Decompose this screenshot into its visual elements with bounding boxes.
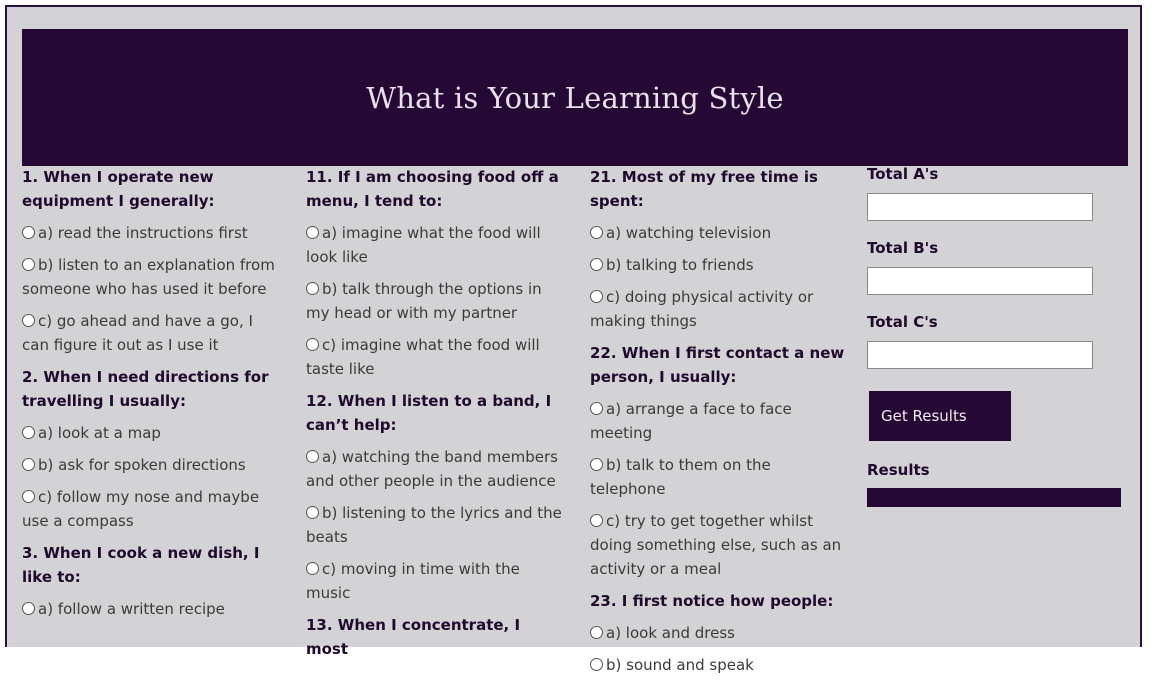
question-text: 23. I first notice how people:: [590, 592, 834, 610]
total-c-label: Total C's: [867, 313, 938, 331]
answer-option[interactable]: a) look at a map: [22, 421, 280, 445]
answer-option[interactable]: c) doing physical activity or making thi…: [590, 285, 848, 333]
answer-option[interactable]: b) listen to an explanation from someone…: [22, 253, 280, 301]
answer-option[interactable]: c) moving in time with the music: [306, 557, 564, 605]
radio-button[interactable]: [22, 458, 35, 471]
radio-button[interactable]: [306, 338, 319, 351]
question-text: 3. When I cook a new dish, I like to:: [22, 544, 260, 586]
answer-option-label: c) imagine what the food will taste like: [306, 336, 540, 378]
answer-option[interactable]: b) listening to the lyrics and the beats: [306, 501, 564, 549]
answer-option-label: a) look at a map: [38, 424, 161, 442]
question-text: 13. When I concentrate, I most: [306, 616, 521, 658]
question-text: 21. Most of my free time is spent:: [590, 168, 818, 210]
question-text: 22. When I first contact a new person, I…: [590, 344, 845, 386]
answer-option-label: c) try to get together whilst doing some…: [590, 512, 842, 578]
answer-option-label: c) doing physical activity or making thi…: [590, 288, 814, 330]
radio-button[interactable]: [306, 450, 319, 463]
question-text: 12. When I listen to a band, I can’t hel…: [306, 392, 552, 434]
get-results-button[interactable]: Get Results: [869, 391, 1011, 441]
answer-option[interactable]: a) read the instructions first: [22, 221, 280, 245]
radio-button[interactable]: [590, 226, 603, 239]
question-text: 11. If I am choosing food off a menu, I …: [306, 168, 559, 210]
radio-button[interactable]: [22, 226, 35, 239]
answer-option-label: c) moving in time with the music: [306, 560, 520, 602]
radio-button[interactable]: [22, 426, 35, 439]
answer-option[interactable]: b) talking to friends: [590, 253, 848, 277]
total-b-input[interactable]: [867, 267, 1093, 295]
radio-button[interactable]: [590, 458, 603, 471]
question-text: 2. When I need directions for travelling…: [22, 368, 269, 410]
radio-button[interactable]: [590, 658, 603, 671]
radio-button[interactable]: [306, 562, 319, 575]
radio-button[interactable]: [590, 626, 603, 639]
answer-option[interactable]: c) imagine what the food will taste like: [306, 333, 564, 381]
question-column-1: 1. When I operate new equipment I genera…: [22, 165, 280, 629]
radio-button[interactable]: [22, 602, 35, 615]
answer-option[interactable]: a) watching television: [590, 221, 848, 245]
answer-option[interactable]: a) watching the band members and other p…: [306, 445, 564, 493]
answer-option-label: a) look and dress: [606, 624, 735, 642]
answer-option[interactable]: a) look and dress: [590, 621, 848, 645]
question-text: 1. When I operate new equipment I genera…: [22, 168, 215, 210]
radio-button[interactable]: [22, 490, 35, 503]
answer-option-label: b) ask for spoken directions: [38, 456, 246, 474]
total-a-label: Total A's: [867, 165, 939, 183]
answer-option[interactable]: b) sound and speak: [590, 653, 848, 677]
total-b-label: Total B's: [867, 239, 939, 257]
answer-option-label: b) listening to the lyrics and the beats: [306, 504, 562, 546]
radio-button[interactable]: [306, 226, 319, 239]
question-column-3: 21. Most of my free time is spent: a) wat…: [590, 165, 848, 685]
radio-button[interactable]: [22, 314, 35, 327]
radio-button[interactable]: [590, 402, 603, 415]
total-c-input[interactable]: [867, 341, 1093, 369]
radio-button[interactable]: [590, 258, 603, 271]
answer-option-label: a) imagine what the food will look like: [306, 224, 541, 266]
radio-button[interactable]: [590, 514, 603, 527]
answer-option[interactable]: b) ask for spoken directions: [22, 453, 280, 477]
answer-option[interactable]: c) go ahead and have a go, I can figure …: [22, 309, 280, 357]
answer-option[interactable]: a) imagine what the food will look like: [306, 221, 564, 269]
answer-option[interactable]: c) follow my nose and maybe use a compas…: [22, 485, 280, 533]
page-title: What is Your Learning Style: [366, 80, 784, 115]
answer-option[interactable]: c) try to get together whilst doing some…: [590, 509, 848, 581]
totals-panel: Total A's Total B's Total C's Get Result…: [867, 165, 1127, 507]
radio-button[interactable]: [22, 258, 35, 271]
answer-option-label: b) talk to them on the telephone: [590, 456, 771, 498]
answer-option-label: a) watching the band members and other p…: [306, 448, 558, 490]
answer-option[interactable]: a) arrange a face to face meeting: [590, 397, 848, 445]
answer-option-label: a) watching television: [606, 224, 772, 242]
results-label: Results: [867, 461, 930, 479]
answer-option[interactable]: b) talk to them on the telephone: [590, 453, 848, 501]
answer-option-label: b) listen to an explanation from someone…: [22, 256, 275, 298]
answer-option-label: a) arrange a face to face meeting: [590, 400, 792, 442]
answer-option-label: c) follow my nose and maybe use a compas…: [22, 488, 260, 530]
question-column-2: 11. If I am choosing food off a menu, I …: [306, 165, 564, 669]
total-a-input[interactable]: [867, 193, 1093, 221]
page-header: What is Your Learning Style: [22, 29, 1128, 166]
results-output: [867, 488, 1121, 507]
answer-option-label: b) talk through the options in my head o…: [306, 280, 542, 322]
answer-option-label: c) go ahead and have a go, I can figure …: [22, 312, 253, 354]
answer-option[interactable]: a) follow a written recipe: [22, 597, 280, 621]
radio-button[interactable]: [306, 282, 319, 295]
answer-option-label: a) read the instructions first: [38, 224, 248, 242]
answer-option-label: a) follow a written recipe: [38, 600, 225, 618]
radio-button[interactable]: [590, 290, 603, 303]
radio-button[interactable]: [306, 506, 319, 519]
answer-option[interactable]: b) talk through the options in my head o…: [306, 277, 564, 325]
answer-option-label: b) sound and speak: [606, 656, 754, 674]
answer-option-label: b) talking to friends: [606, 256, 754, 274]
